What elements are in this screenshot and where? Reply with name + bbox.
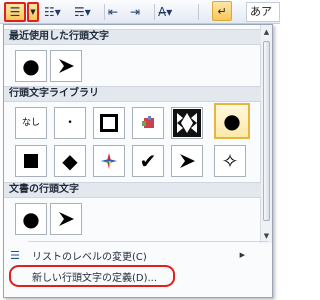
- ribbon-paragraph-group: ☰ ▼ ☷▾ ☴▾ ⇤ ⇥ A̶▾ ↵ あア: [0, 0, 280, 24]
- bullet-library-dropdown: ▲ ▼ 最近使用した行頭文字 ● 行頭文字ライブラリ なし • ● ◆ ✔ ✧ …: [3, 24, 273, 298]
- recent-bullet-arrow[interactable]: [50, 50, 82, 82]
- filled-circle-icon: ●: [22, 207, 40, 231]
- library-bullet-four-color-star[interactable]: [93, 145, 125, 177]
- bullet-library-heading: 行頭文字ライブラリ: [4, 86, 261, 102]
- filled-circle-icon: ●: [223, 109, 241, 133]
- document-bullet-arrow[interactable]: [50, 203, 82, 235]
- four-color-star-icon: [101, 153, 117, 169]
- list-level-icon: ☰: [10, 248, 20, 262]
- annotation-red-oval: [9, 265, 175, 287]
- submenu-arrow-icon: ▶: [239, 251, 245, 259]
- library-bullet-ornament[interactable]: [171, 107, 203, 139]
- character-spacing-button[interactable]: A̶▾: [158, 2, 192, 22]
- library-bullet-filled-circle-selected[interactable]: ●: [214, 103, 250, 139]
- filled-circle-icon: ●: [22, 54, 40, 78]
- bullets-button[interactable]: ☰: [4, 2, 26, 22]
- multilevel-list-button[interactable]: ☴▾: [74, 2, 100, 22]
- library-bullet-picture[interactable]: [132, 107, 164, 139]
- document-bullets-heading: 文書の行頭文字: [4, 182, 261, 198]
- filled-square-icon: [24, 154, 38, 168]
- asian-layout-icon: A̶▾: [158, 5, 173, 19]
- library-bullet-four-point-star[interactable]: ✧: [214, 145, 246, 177]
- show-formatting-marks-button[interactable]: ↵: [212, 1, 232, 21]
- arrowhead-icon: [59, 212, 74, 226]
- scroll-up-arrow-icon[interactable]: ▲: [261, 26, 272, 38]
- scrollbar[interactable]: ▲ ▼: [260, 25, 272, 243]
- scroll-thumb[interactable]: [263, 41, 270, 221]
- increase-indent-button[interactable]: ⇥: [130, 2, 150, 22]
- bullets-dropdown-arrow[interactable]: ▼: [27, 2, 39, 22]
- library-bullet-small-dot[interactable]: •: [54, 107, 86, 139]
- numbered-list-icon: ☷▾: [44, 5, 61, 19]
- filled-diamond-icon: ◆: [62, 149, 78, 173]
- ornament-diamond-icon: [173, 109, 201, 137]
- library-bullet-filled-square[interactable]: [15, 145, 47, 177]
- hollow-square-icon: [100, 114, 118, 132]
- decrease-indent-icon: ⇤: [108, 5, 119, 19]
- chevron-down-icon: ▼: [30, 8, 36, 16]
- none-label: なし: [21, 117, 40, 128]
- bullet-list-icon: ☰: [9, 5, 21, 19]
- multilevel-list-icon: ☴▾: [74, 5, 91, 19]
- arrowhead-icon: [59, 59, 74, 73]
- arrowhead-icon: [180, 154, 195, 168]
- checkmark-icon: ✔: [139, 149, 157, 173]
- recent-bullet-filled-circle[interactable]: ●: [15, 50, 47, 82]
- change-list-level-item[interactable]: ☰ リストのレベルの変更(C) ▶: [4, 245, 261, 265]
- paragraph-mark-icon: ↵: [217, 4, 227, 18]
- style-sample[interactable]: あア: [246, 2, 280, 22]
- four-point-star-icon: ✧: [221, 149, 239, 173]
- numbering-button[interactable]: ☷▾: [44, 2, 70, 22]
- library-bullet-diamond[interactable]: ◆: [54, 145, 86, 177]
- small-dot-icon: •: [67, 117, 73, 128]
- document-bullet-filled-circle[interactable]: ●: [15, 203, 47, 235]
- decrease-indent-button[interactable]: ⇤: [108, 2, 128, 22]
- library-bullet-arrow[interactable]: [171, 145, 203, 177]
- library-bullet-checkmark[interactable]: ✔: [132, 145, 164, 177]
- recent-bullets-heading: 最近使用した行頭文字: [4, 29, 261, 45]
- library-bullet-none[interactable]: なし: [15, 107, 47, 139]
- picture-bullet-icon: [142, 116, 154, 128]
- library-bullet-hollow-square[interactable]: [93, 107, 125, 139]
- increase-indent-icon: ⇥: [130, 5, 141, 19]
